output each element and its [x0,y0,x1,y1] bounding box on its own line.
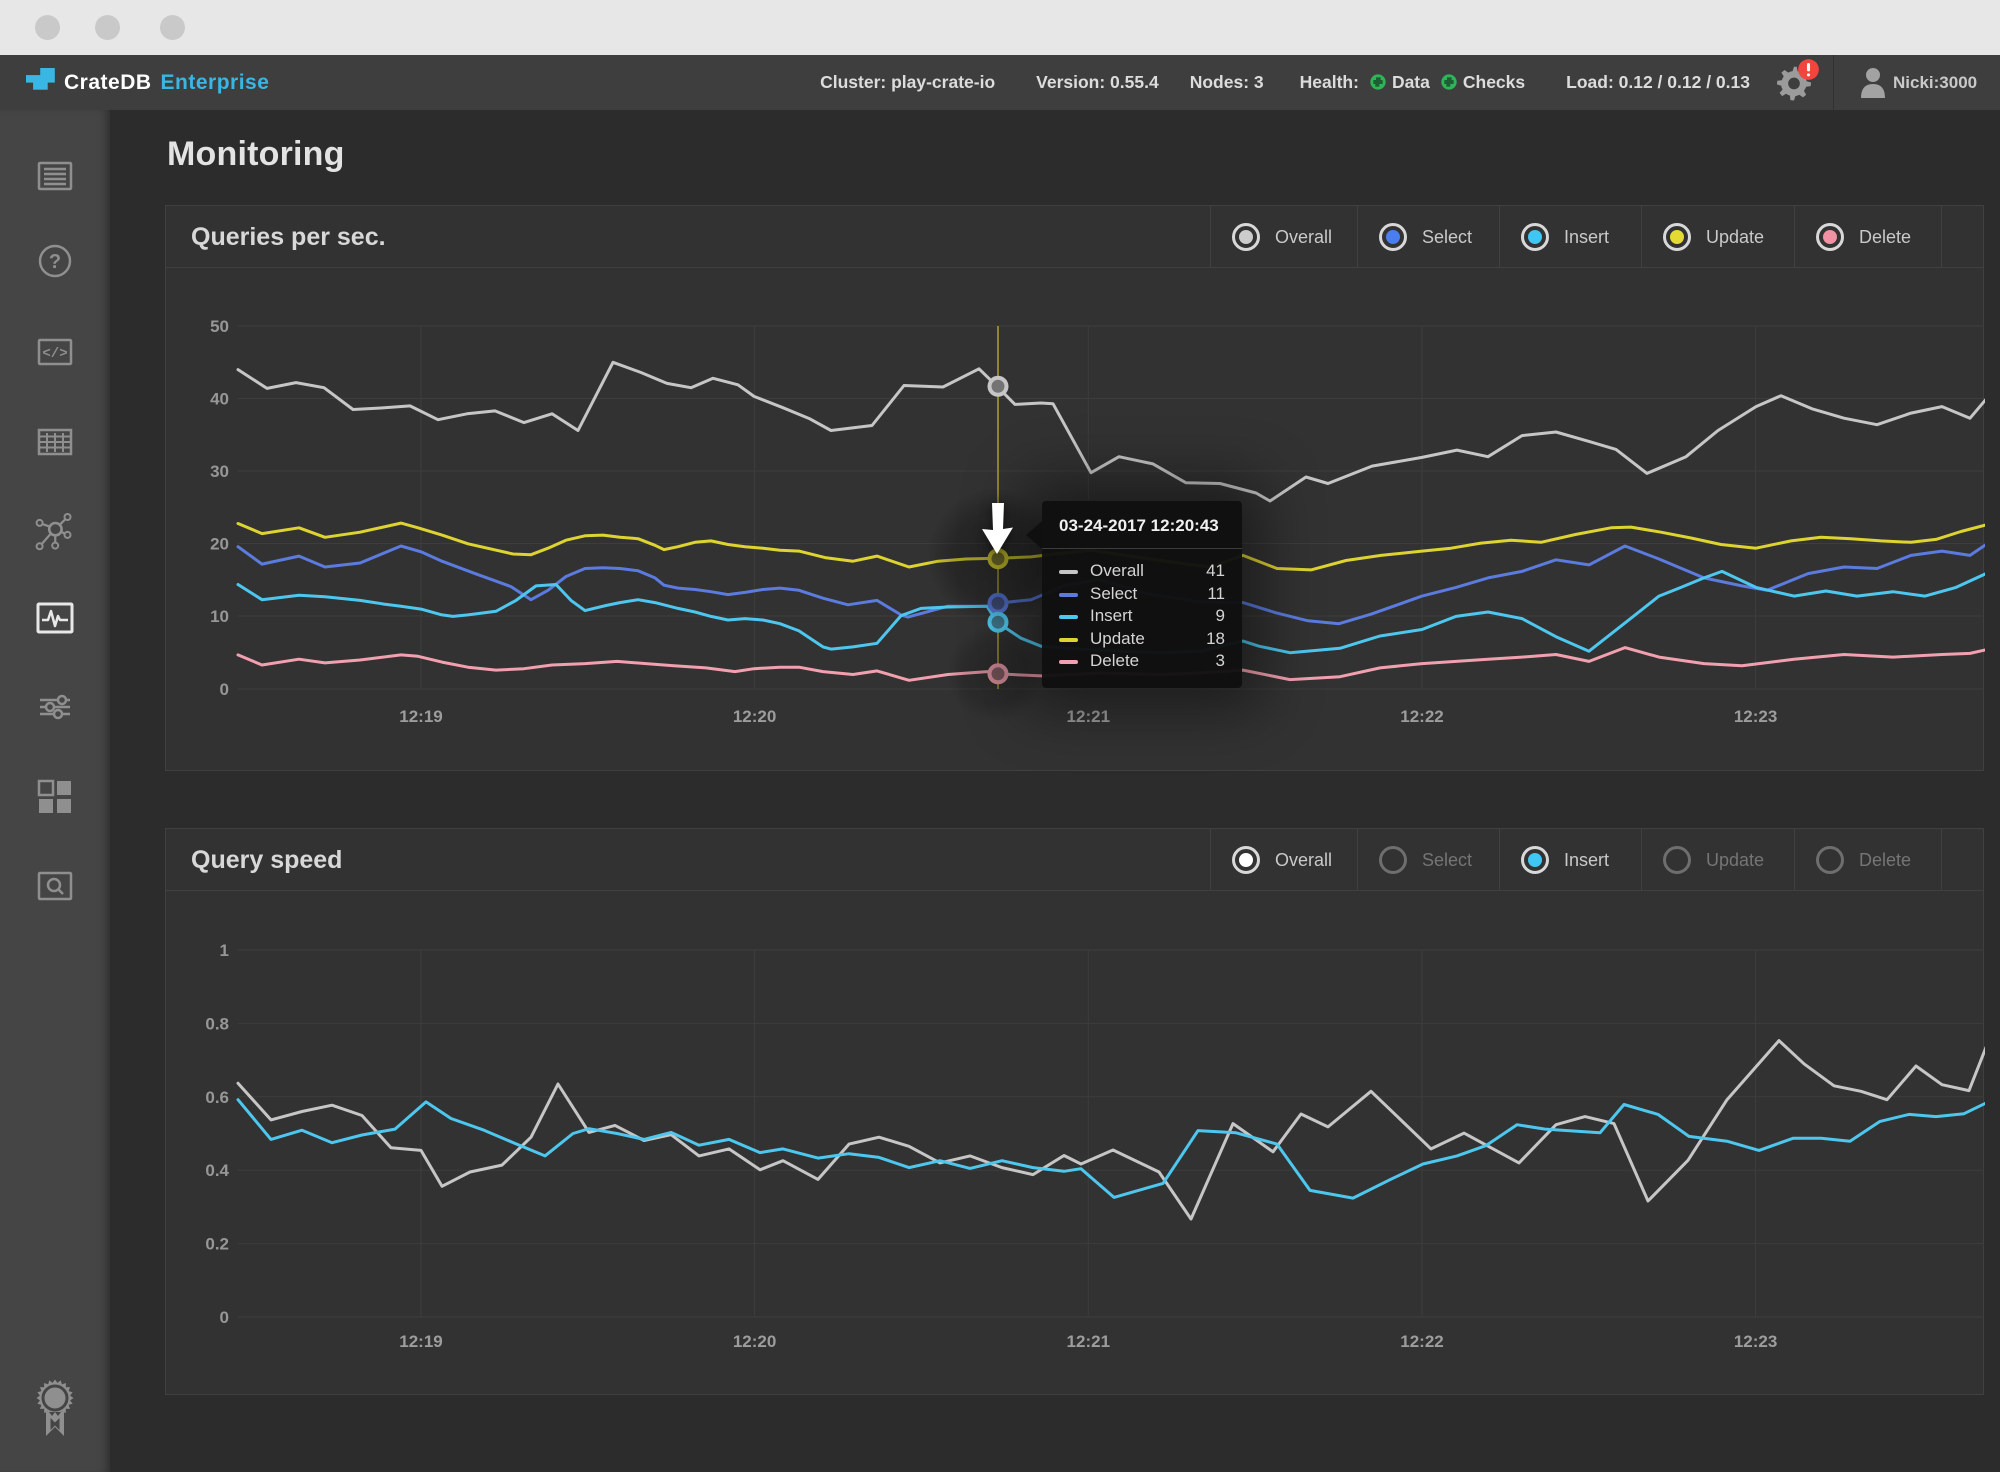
svg-text:20: 20 [210,535,229,554]
svg-text:0.6: 0.6 [205,1088,229,1107]
svg-text:12:21: 12:21 [1067,1332,1110,1351]
svg-text:12:22: 12:22 [1400,1332,1443,1351]
svg-text:12:19: 12:19 [399,707,442,726]
svg-text:12:20: 12:20 [733,707,776,726]
svg-text:12:20: 12:20 [733,1332,776,1351]
svg-text:1: 1 [220,941,229,960]
svg-text:40: 40 [210,390,229,409]
svg-text:</>: </> [42,346,67,362]
svg-text:50: 50 [210,317,229,336]
svg-text:10: 10 [210,607,229,626]
svg-text:30: 30 [210,462,229,481]
svg-text:12:23: 12:23 [1734,1332,1777,1351]
svg-text:12:19: 12:19 [399,1332,442,1351]
svg-text:12:23: 12:23 [1734,707,1777,726]
svg-text:0.2: 0.2 [205,1235,229,1254]
svg-text:0.4: 0.4 [205,1161,229,1180]
svg-text:?: ? [49,251,61,273]
svg-text:12:22: 12:22 [1400,707,1443,726]
svg-text:0: 0 [220,680,229,699]
svg-text:0.8: 0.8 [205,1014,229,1033]
svg-text:0: 0 [220,1308,229,1327]
svg-text:12:21: 12:21 [1067,707,1110,726]
